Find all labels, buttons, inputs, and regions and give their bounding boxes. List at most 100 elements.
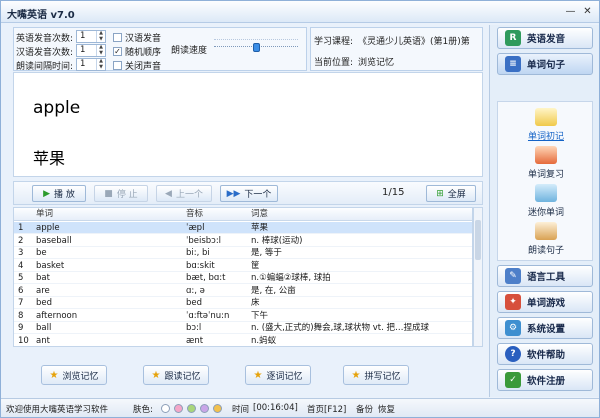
row-word: ant bbox=[36, 335, 50, 346]
sidebar: R 英语发音 ≡ 单词句子 单词初记 单词复习 迷你单词 朗读句子 ✎ 语言工具 ✦ 单… bbox=[489, 25, 599, 397]
table-row[interactable]: 5 bat bæt, bɑ:t n.①蝙蝠②球棒, 球拍 bbox=[14, 272, 472, 284]
row-number: 5 bbox=[18, 273, 24, 283]
play-icon: ▶ bbox=[43, 188, 51, 199]
word-games-button[interactable]: ✦ 单词游戏 bbox=[497, 291, 593, 313]
word-memory-button[interactable]: ★ 逐词记忆 bbox=[245, 365, 311, 385]
column-meaning[interactable]: 词意 bbox=[251, 208, 268, 221]
language-tools-button[interactable]: ✎ 语言工具 bbox=[497, 265, 593, 287]
row-phonetic: bɔ:l bbox=[186, 323, 202, 333]
table-header: 单词 音标 词意 bbox=[14, 208, 472, 221]
column-phonetic[interactable]: 音标 bbox=[186, 208, 203, 221]
position-value: 浏览记忆 bbox=[358, 58, 395, 68]
english-times-label: 英语发音次数: bbox=[16, 34, 74, 44]
row-number: 4 bbox=[18, 260, 24, 271]
minimize-button[interactable]: — bbox=[564, 5, 577, 18]
star-icon: ★ bbox=[151, 369, 161, 381]
row-word: apple bbox=[36, 223, 60, 233]
row-meaning: n.蚂蚁 bbox=[251, 335, 277, 346]
mute-checkbox[interactable]: 关闭声音 bbox=[113, 59, 161, 72]
chinese-times-label: 汉语发音次数: bbox=[16, 48, 74, 58]
sub-review[interactable]: 单词复习 bbox=[498, 146, 594, 180]
skin-color-swatch[interactable] bbox=[213, 404, 222, 413]
play-button[interactable]: ▶ 播 放 bbox=[32, 185, 86, 202]
row-word: are bbox=[36, 285, 50, 296]
skin-color-swatch[interactable] bbox=[174, 404, 183, 413]
row-number: 7 bbox=[18, 298, 24, 308]
row-word: basket bbox=[36, 260, 65, 271]
window-title: 大嘴英语 v7.0 bbox=[7, 10, 75, 21]
sub-first-memory[interactable]: 单词初记 bbox=[498, 108, 594, 142]
table-row[interactable]: 10 ant ænt n.蚂蚁 bbox=[14, 335, 472, 346]
language-tool-icon: ✎ bbox=[505, 268, 521, 284]
table-row[interactable]: 6 are ɑ:, ə 是, 在, 公亩 bbox=[14, 285, 472, 297]
row-phonetic: bɑ:skit bbox=[186, 260, 215, 271]
stop-button[interactable]: ■ 停 止 bbox=[94, 185, 148, 202]
sub-read-sentence[interactable]: 朗读句子 bbox=[498, 222, 594, 256]
random-order-checkbox[interactable]: ✓ 随机顺序 bbox=[113, 45, 161, 58]
backup-link[interactable]: 备份 bbox=[356, 403, 373, 415]
speed-slider-thumb[interactable] bbox=[253, 43, 260, 52]
table-row[interactable]: 2 baseball ˈbeisbɔ:l n. 棒球(运动) bbox=[14, 235, 472, 247]
chinese-times-spinner[interactable]: 1 ▲ ▼ bbox=[76, 44, 106, 57]
course-label: 学习课程: bbox=[314, 37, 354, 47]
browse-memory-button[interactable]: ★ 浏览记忆 bbox=[41, 365, 107, 385]
row-number: 6 bbox=[18, 285, 24, 296]
register-button[interactable]: ✓ 软件注册 bbox=[497, 369, 593, 391]
next-icon: ▶▶ bbox=[226, 188, 241, 199]
row-number: 3 bbox=[18, 248, 24, 258]
home-link[interactable]: 首页[F12] bbox=[307, 403, 346, 415]
help-button[interactable]: ? 软件帮助 bbox=[497, 343, 593, 365]
table-row[interactable]: 7 bed bed 床 bbox=[14, 297, 472, 309]
skin-color-swatch[interactable] bbox=[200, 404, 209, 413]
table-row[interactable]: 8 afternoon ˈɑ:ftəˈnu:n 下午 bbox=[14, 310, 472, 322]
table-row[interactable]: 1 apple ˈæpl 苹果 bbox=[14, 222, 472, 234]
status-bar: 欢迎使用大嘴英语学习软件 肤色: 时间 [00:16:04] 首页[F12] 备… bbox=[1, 398, 599, 417]
follow-memory-button[interactable]: ★ 跟读记忆 bbox=[143, 365, 209, 385]
row-meaning: n. 棒球(运动) bbox=[251, 235, 303, 246]
next-button[interactable]: ▶▶ 下一个 bbox=[220, 185, 278, 202]
current-word: apple bbox=[33, 98, 81, 118]
spell-memory-button[interactable]: ★ 拼写记忆 bbox=[343, 365, 409, 385]
english-voice-button[interactable]: R 英语发音 bbox=[497, 27, 593, 49]
word-table[interactable]: 单词 音标 词意 1 apple ˈæpl 苹果 2 baseball ˈbeisbɔ:l n… bbox=[13, 207, 473, 347]
position-label: 当前位置: bbox=[314, 58, 354, 68]
restore-link[interactable]: 恢复 bbox=[378, 403, 395, 415]
skin-label: 肤色: bbox=[133, 405, 153, 415]
row-word: afternoon bbox=[36, 310, 78, 321]
playback-toolbar: ▶ 播 放 ■ 停 止 ◀ 上一个 ▶▶ 下一个 1/15 ⊞ 全屏 bbox=[13, 181, 483, 205]
table-row[interactable]: 4 basket bɑ:skit 筐 bbox=[14, 260, 472, 272]
row-number: 1 bbox=[18, 223, 24, 233]
system-settings-button[interactable]: ⚙ 系统设置 bbox=[497, 317, 593, 339]
skin-color-swatch[interactable] bbox=[187, 404, 196, 413]
chinese-voice-checkbox-box bbox=[113, 33, 122, 42]
skin-color-swatch[interactable] bbox=[161, 404, 170, 413]
table-row[interactable]: 3 be bi:, bi 是, 等于 bbox=[14, 247, 472, 259]
course-value: 《灵通少儿英语》(第1册)第 bbox=[358, 37, 470, 47]
monitor-icon bbox=[535, 184, 557, 202]
column-word[interactable]: 单词 bbox=[36, 208, 53, 221]
close-button[interactable]: ✕ bbox=[581, 5, 594, 18]
register-icon: ✓ bbox=[505, 372, 521, 388]
table-row[interactable]: 9 ball bɔ:l n. (盛大,正式的)舞会,球,球状物 vt. 把…捏成球 bbox=[14, 322, 472, 334]
stop-icon: ■ bbox=[104, 188, 113, 199]
row-phonetic: bed bbox=[186, 298, 203, 308]
row-meaning: n. (盛大,正式的)舞会,球,球状物 vt. 把…捏成球 bbox=[251, 323, 429, 333]
fullscreen-icon: ⊞ bbox=[436, 188, 444, 199]
sub-mini-words[interactable]: 迷你单词 bbox=[498, 184, 594, 218]
fullscreen-button[interactable]: ⊞ 全屏 bbox=[426, 185, 476, 202]
welcome-text: 欢迎使用大嘴英语学习软件 bbox=[6, 405, 109, 415]
open-book-icon bbox=[535, 108, 557, 126]
word-sentence-button[interactable]: ≡ 单词句子 bbox=[497, 53, 593, 75]
scrollbar-thumb[interactable] bbox=[475, 220, 481, 260]
row-number: 8 bbox=[18, 310, 24, 321]
english-times-spinner[interactable]: 1 ▲ ▼ bbox=[76, 30, 106, 43]
prev-button[interactable]: ◀ 上一个 bbox=[156, 185, 212, 202]
interval-spinner[interactable]: 1 ▲ ▼ bbox=[76, 58, 106, 71]
word-card: apple 苹果 bbox=[13, 72, 483, 177]
chinese-voice-checkbox[interactable]: 汉语发音 bbox=[113, 31, 161, 44]
speed-label: 朗读速度 bbox=[171, 46, 208, 56]
prev-icon: ◀ bbox=[165, 188, 172, 199]
gear-icon: ⚙ bbox=[505, 320, 521, 336]
table-scrollbar[interactable] bbox=[473, 207, 483, 347]
row-meaning: 是, 等于 bbox=[251, 248, 282, 258]
